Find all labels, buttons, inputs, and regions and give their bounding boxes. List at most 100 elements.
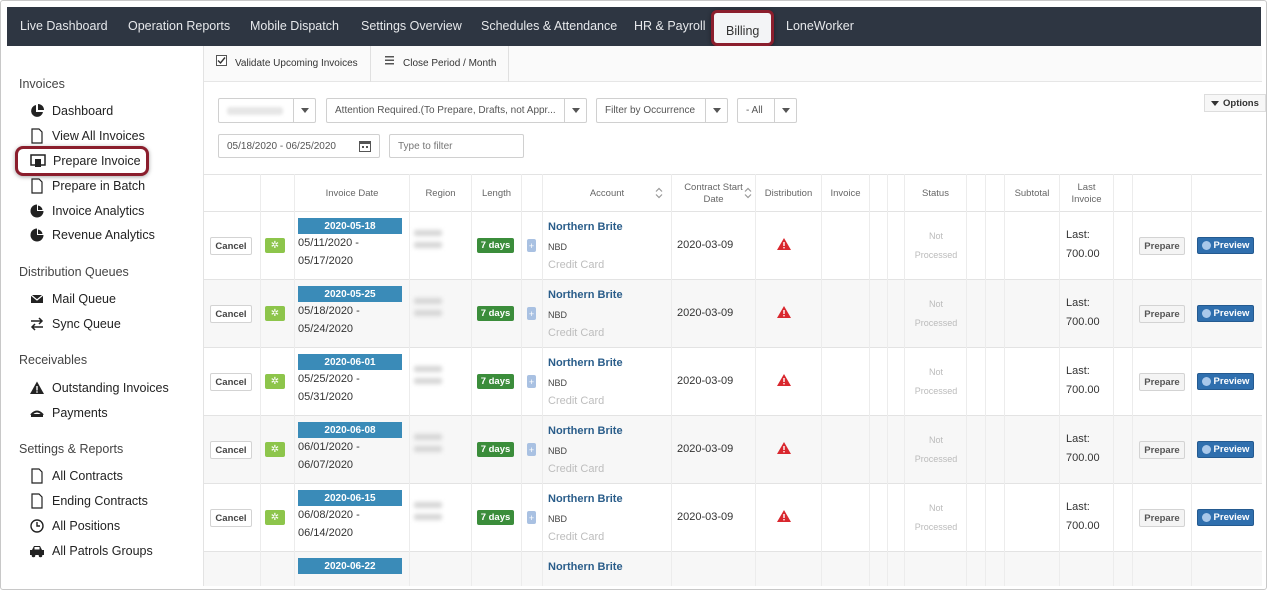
status-line-1: Not xyxy=(928,367,943,377)
company-filter-select[interactable] xyxy=(218,98,316,123)
length-badge: 7 days xyxy=(477,442,514,457)
sidebar-item-revenue-analytics[interactable]: Revenue Analytics xyxy=(29,224,155,246)
header-account[interactable]: Account xyxy=(542,175,671,213)
sidebar-item-mail-queue[interactable]: Mail Queue xyxy=(29,288,116,310)
preview-button[interactable]: Preview xyxy=(1197,373,1254,390)
sidebar-item-all-contracts[interactable]: All Contracts xyxy=(29,465,123,487)
nav-settings-overview[interactable]: Settings Overview xyxy=(361,7,462,46)
preview-button[interactable]: Preview xyxy=(1197,237,1254,254)
header-distribution[interactable]: Distribution xyxy=(755,175,821,213)
invoice-date-badge[interactable]: 2020-06-08 xyxy=(298,422,402,438)
invoice-date-badge[interactable]: 2020-06-15 xyxy=(298,490,402,506)
header-blank-1 xyxy=(869,175,887,213)
nav-billing[interactable]: Billing xyxy=(711,10,775,46)
gear-icon[interactable]: ✲ xyxy=(265,374,285,389)
header-invoice[interactable]: Invoice xyxy=(821,175,869,213)
preview-icon xyxy=(1201,377,1211,386)
warning-triangle-icon[interactable] xyxy=(776,509,792,523)
account-link[interactable]: Northern Brite xyxy=(548,221,623,233)
text-filter-input[interactable] xyxy=(389,134,524,158)
sidebar-item-label: View All Invoices xyxy=(52,129,145,143)
gear-icon[interactable]: ✲ xyxy=(265,306,285,321)
account-link[interactable]: Northern Brite xyxy=(548,357,623,369)
nav-hr-payroll[interactable]: HR & Payroll xyxy=(634,7,706,46)
validate-upcoming-invoices-button[interactable]: Validate Upcoming Invoices xyxy=(204,46,371,82)
header-length[interactable]: Length xyxy=(471,175,521,213)
prepare-button[interactable]: Prepare xyxy=(1139,305,1185,323)
preview-icon xyxy=(1201,445,1211,454)
status-filter-value: Attention Required.(To Prepare, Drafts, … xyxy=(335,105,556,116)
invoice-date-badge[interactable]: 2020-05-18 xyxy=(298,218,402,234)
preview-button[interactable]: Preview xyxy=(1197,305,1254,322)
all-filter-select[interactable]: - All xyxy=(737,98,797,123)
cancel-button[interactable]: Cancel xyxy=(210,373,252,391)
cancel-button[interactable]: Cancel xyxy=(210,237,252,255)
prepare-button[interactable]: Prepare xyxy=(1139,237,1185,255)
header-contract-start-date[interactable]: Contract Start Date xyxy=(671,175,755,213)
extend-plus-button[interactable]: + xyxy=(527,375,536,388)
header-invoice-date[interactable]: Invoice Date xyxy=(294,175,409,213)
preview-button[interactable]: Preview xyxy=(1197,441,1254,458)
account-link[interactable]: Northern Brite xyxy=(548,289,623,301)
warning-triangle-icon[interactable] xyxy=(776,305,792,319)
nav-live-dashboard[interactable]: Live Dashboard xyxy=(20,7,108,46)
account-link[interactable]: Northern Brite xyxy=(548,425,623,437)
preview-label: Preview xyxy=(1213,308,1250,319)
sidebar-item-view-all-invoices[interactable]: View All Invoices xyxy=(29,125,145,147)
document-icon xyxy=(29,128,45,144)
extend-plus-button[interactable]: + xyxy=(527,511,536,524)
sidebar-item-invoice-analytics[interactable]: Invoice Analytics xyxy=(29,200,144,222)
options-button[interactable]: Options xyxy=(1204,94,1266,112)
gear-icon[interactable]: ✲ xyxy=(265,510,285,525)
date-range-picker[interactable]: 05/18/2020 - 06/25/2020 xyxy=(218,134,380,158)
cancel-button[interactable]: Cancel xyxy=(210,305,252,323)
prepare-button[interactable]: Prepare xyxy=(1139,373,1185,391)
warning-triangle-icon[interactable] xyxy=(776,441,792,455)
cancel-button[interactable]: Cancel xyxy=(210,441,252,459)
sidebar-item-all-patrols-groups[interactable]: All Patrols Groups xyxy=(29,540,153,562)
sidebar-item-label: Outstanding Invoices xyxy=(52,381,169,395)
sidebar-item-ending-contracts[interactable]: Ending Contracts xyxy=(29,490,148,512)
preview-button[interactable]: Preview xyxy=(1197,509,1254,526)
nav-mobile-dispatch[interactable]: Mobile Dispatch xyxy=(250,7,339,46)
sidebar-item-payments[interactable]: Payments xyxy=(29,402,108,424)
column-divider xyxy=(542,174,543,586)
account-code: NBD xyxy=(548,446,568,456)
extend-plus-button[interactable]: + xyxy=(527,307,536,320)
invoice-date-badge[interactable]: 2020-06-01 xyxy=(298,354,402,370)
gear-icon[interactable]: ✲ xyxy=(265,238,285,253)
header-region[interactable]: Region xyxy=(409,175,471,213)
invoice-date-badge[interactable]: 2020-05-25 xyxy=(298,286,402,302)
warning-triangle-icon[interactable] xyxy=(776,373,792,387)
table-row: Cancel ✲ 2020-06-08 06/01/2020 - 06/07/2… xyxy=(204,416,1262,484)
invoice-date-badge[interactable]: 2020-06-22 xyxy=(298,558,402,574)
occurrence-filter-select[interactable]: Filter by Occurrence xyxy=(596,98,728,123)
gear-icon[interactable]: ✲ xyxy=(265,442,285,457)
nav-loneworker[interactable]: LoneWorker xyxy=(786,7,854,46)
account-link[interactable]: Northern Brite xyxy=(548,561,623,573)
sidebar-item-sync-queue[interactable]: Sync Queue xyxy=(29,313,121,335)
sidebar-item-dashboard[interactable]: Dashboard xyxy=(29,100,113,122)
sidebar-item-prepare-invoice[interactable]: Prepare Invoice xyxy=(15,146,149,176)
header-last-invoice[interactable]: Last Invoice xyxy=(1059,175,1113,213)
sidebar-item-outstanding-invoices[interactable]: Outstanding Invoices xyxy=(29,377,169,399)
account-link[interactable]: Northern Brite xyxy=(548,493,623,505)
status-filter-select[interactable]: Attention Required.(To Prepare, Drafts, … xyxy=(326,98,587,123)
nav-operation-reports[interactable]: Operation Reports xyxy=(128,7,230,46)
nav-schedules-attendance[interactable]: Schedules & Attendance xyxy=(481,7,617,46)
prepare-button[interactable]: Prepare xyxy=(1139,441,1185,459)
extend-plus-button[interactable]: + xyxy=(527,239,536,252)
close-period-button[interactable]: Close Period / Month xyxy=(372,46,510,82)
header-subtotal[interactable]: Subtotal xyxy=(1004,175,1059,213)
last-invoice: Last: 700.00 xyxy=(1066,226,1100,264)
warning-triangle-icon[interactable] xyxy=(776,237,792,251)
sidebar-item-prepare-in-batch[interactable]: Prepare in Batch xyxy=(29,175,145,197)
prepare-button[interactable]: Prepare xyxy=(1139,509,1185,527)
last-amount: 700.00 xyxy=(1066,316,1100,328)
sidebar-item-all-positions[interactable]: All Positions xyxy=(29,515,120,537)
header-status[interactable]: Status xyxy=(904,175,966,213)
contract-start-date: 2020-03-09 xyxy=(677,239,734,251)
extend-plus-button[interactable]: + xyxy=(527,443,536,456)
column-divider xyxy=(294,174,295,586)
cancel-button[interactable]: Cancel xyxy=(210,509,252,527)
